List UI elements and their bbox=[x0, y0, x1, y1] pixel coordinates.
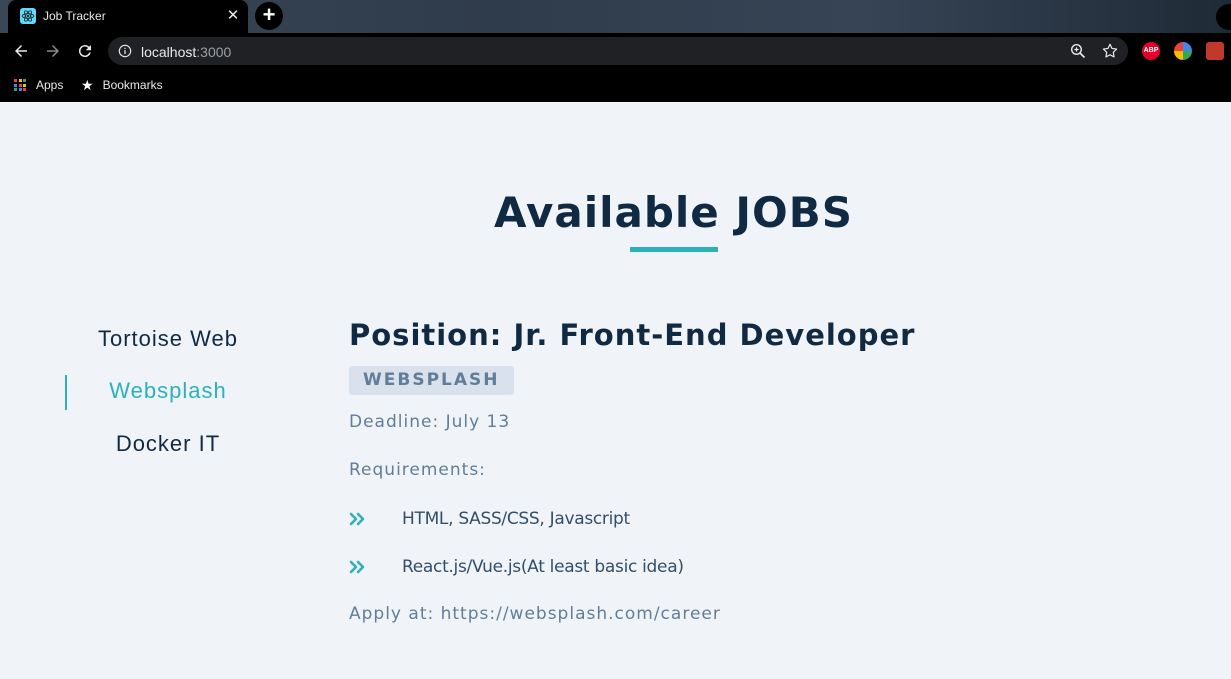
browser-toolbar: localhost:3000 ABP bbox=[0, 33, 1231, 69]
double-chevron-right-icon bbox=[349, 560, 365, 574]
company-tab-docker-it[interactable]: Docker IT bbox=[67, 427, 269, 461]
company-tab-websplash[interactable]: Websplash bbox=[67, 374, 269, 408]
star-icon: ★ bbox=[81, 76, 94, 93]
ext-red-icon[interactable] bbox=[1206, 42, 1224, 60]
forward-arrow-icon[interactable] bbox=[41, 39, 65, 63]
title-underline bbox=[630, 247, 718, 252]
bookmark-apps[interactable]: Apps bbox=[14, 76, 63, 94]
requirement-item: React.js/Vue.js(At least basic idea) bbox=[349, 555, 684, 579]
requirement-text: HTML, SASS/CSS, Javascript bbox=[402, 509, 630, 529]
bookmark-bookmarks[interactable]: ★ Bookmarks bbox=[81, 76, 163, 94]
page-title: Available JOBS bbox=[493, 188, 854, 237]
bookmark-apps-label: Apps bbox=[36, 78, 64, 92]
company-tab-tortoise-web[interactable]: Tortoise Web bbox=[67, 322, 269, 356]
profile-avatar[interactable] bbox=[1216, 4, 1231, 30]
bookmark-star-icon[interactable] bbox=[1101, 42, 1119, 60]
apps-grid-icon bbox=[14, 79, 26, 91]
chrome-ext-icon[interactable] bbox=[1174, 42, 1192, 60]
new-tab-button[interactable]: + bbox=[255, 2, 283, 30]
bookmark-bookmarks-label: Bookmarks bbox=[102, 78, 163, 92]
url-host: localhost bbox=[141, 44, 197, 60]
reload-icon[interactable] bbox=[73, 39, 97, 63]
react-favicon-icon bbox=[20, 8, 36, 24]
bookmarks-bar: Apps ★ Bookmarks bbox=[0, 69, 1231, 102]
tab-title: Job Tracker bbox=[43, 9, 106, 23]
requirement-text: React.js/Vue.js(At least basic idea) bbox=[402, 557, 684, 577]
browser-tab[interactable]: Job Tracker ✕ bbox=[8, 0, 248, 33]
job-position: Position: Jr. Front-End Developer bbox=[349, 318, 916, 352]
back-arrow-icon[interactable] bbox=[9, 39, 33, 63]
requirements-label: Requirements: bbox=[349, 460, 486, 480]
zoom-icon[interactable] bbox=[1070, 43, 1086, 59]
apply-link-text: Apply at: https://websplash.com/career bbox=[349, 604, 721, 624]
browser-tab-strip: Job Tracker ✕ + bbox=[0, 0, 1231, 33]
job-deadline: Deadline: July 13 bbox=[349, 412, 511, 432]
page-content: Available JOBS Tortoise Web Websplash Do… bbox=[0, 102, 1231, 679]
abp-icon[interactable]: ABP bbox=[1142, 42, 1160, 60]
site-info-icon[interactable] bbox=[118, 44, 132, 58]
double-chevron-right-icon bbox=[349, 512, 365, 526]
url-text: localhost:3000 bbox=[141, 44, 231, 60]
requirement-item: HTML, SASS/CSS, Javascript bbox=[349, 507, 630, 531]
tab-close-icon[interactable]: ✕ bbox=[225, 6, 241, 26]
url-port: :3000 bbox=[196, 44, 232, 60]
address-bar[interactable]: localhost:3000 bbox=[108, 37, 1128, 65]
company-badge: WEBSPLASH bbox=[349, 366, 514, 395]
